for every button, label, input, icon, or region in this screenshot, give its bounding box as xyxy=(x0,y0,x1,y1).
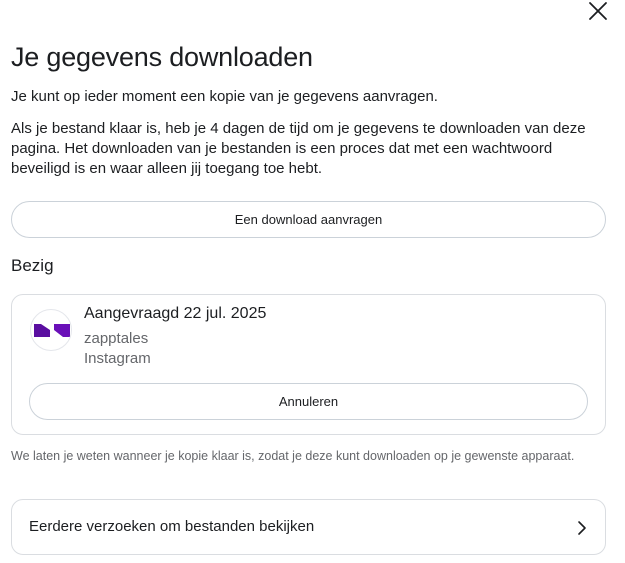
previous-requests-item[interactable]: Eerdere verzoeken om bestanden bekijken xyxy=(11,499,606,555)
previous-requests-label: Eerdere verzoeken om bestanden bekijken xyxy=(29,518,315,535)
request-download-button[interactable]: Een download aanvragen xyxy=(11,201,606,238)
page-subtitle: Je kunt op ieder moment een kopie van je… xyxy=(11,88,438,105)
cancel-button[interactable]: Annuleren xyxy=(29,383,588,420)
request-username: zapptales xyxy=(84,330,149,347)
close-icon[interactable] xyxy=(586,0,610,22)
info-note: We laten je weten wanneer je kopie klaar… xyxy=(11,449,575,463)
page-description: Als je bestand klaar is, heb je 4 dagen … xyxy=(11,120,586,177)
chevron-right-icon xyxy=(577,520,587,541)
section-title-busy: Bezig xyxy=(11,256,54,275)
avatar xyxy=(30,309,72,351)
request-app: Instagram xyxy=(84,350,151,367)
pending-request-card: Aangevraagd 22 jul. 2025 zapptales Insta… xyxy=(11,294,606,435)
page-title: Je gegevens downloaden xyxy=(11,42,313,72)
request-date: Aangevraagd 22 jul. 2025 xyxy=(84,305,267,322)
